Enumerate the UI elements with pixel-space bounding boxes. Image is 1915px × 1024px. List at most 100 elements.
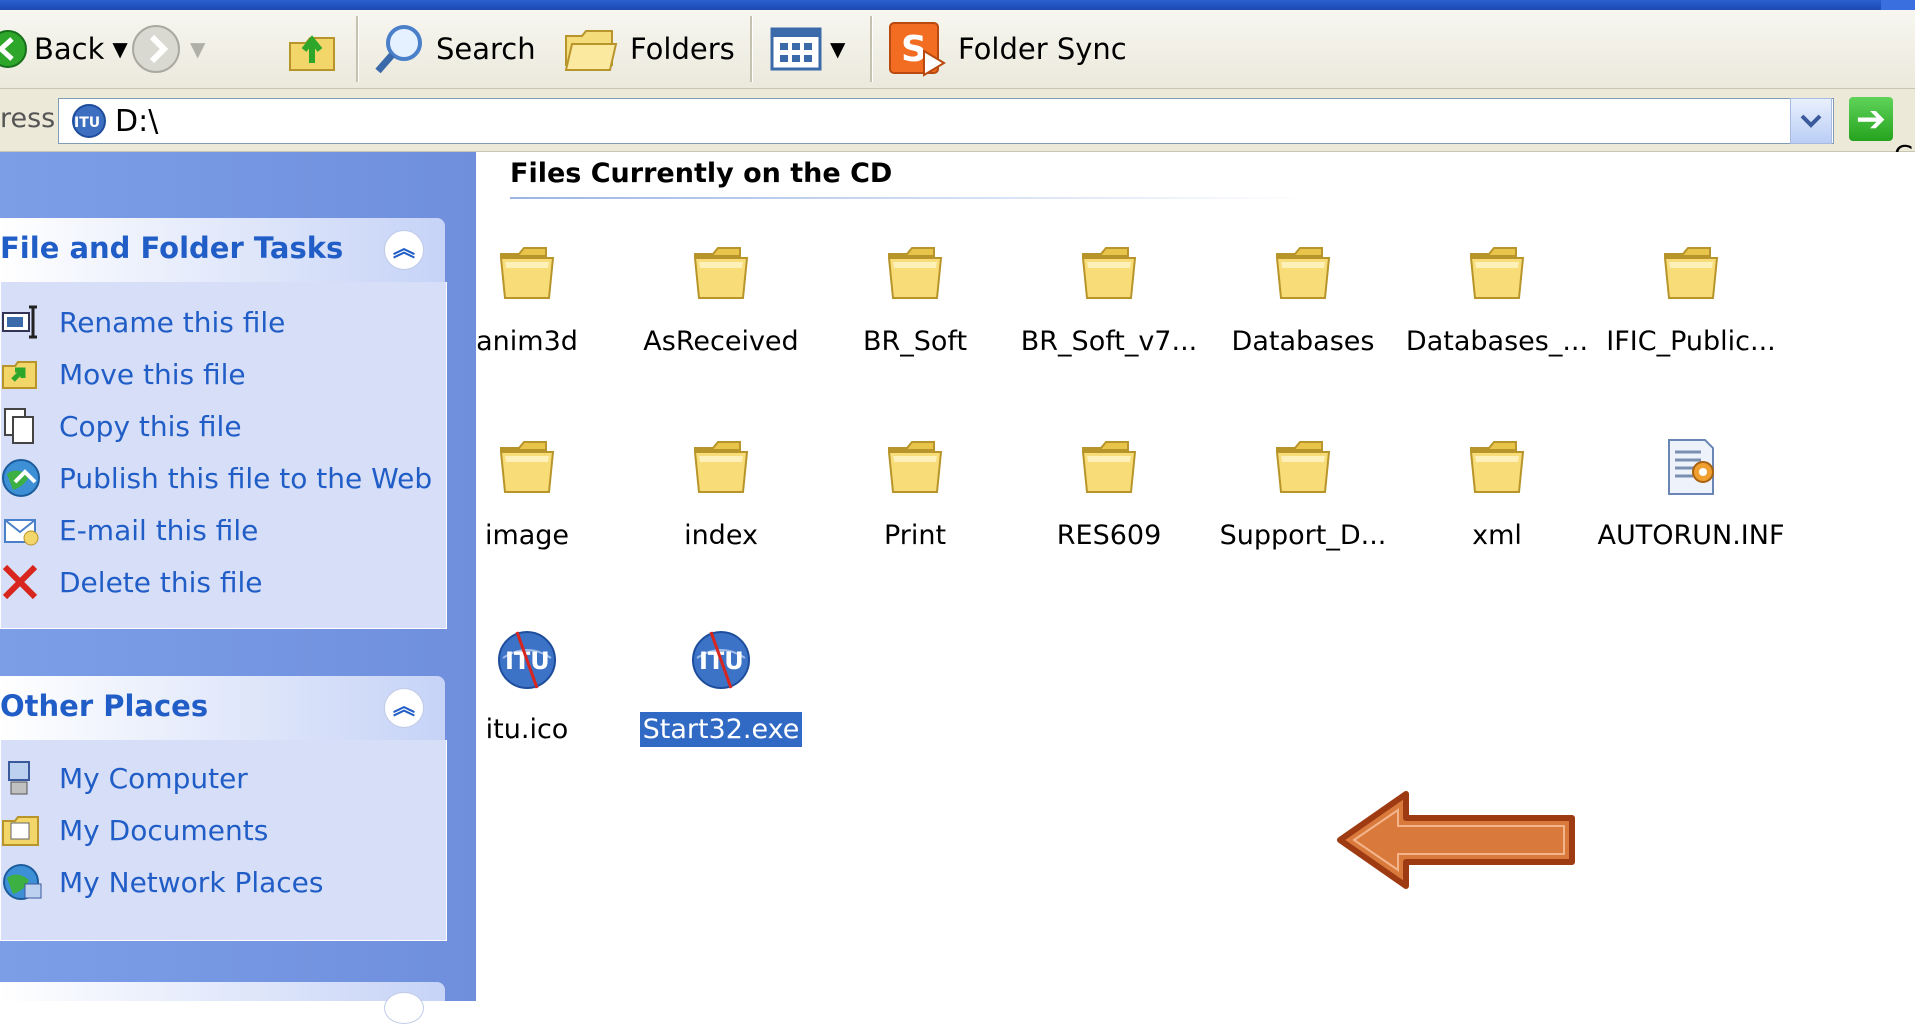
- move-file-link[interactable]: Move this file: [1, 354, 246, 394]
- back-label: Back: [34, 32, 105, 66]
- my-computer-label: My Computer: [59, 761, 248, 795]
- file-item-name: AsReceived: [626, 326, 816, 357]
- file-item-name: BR_Soft: [820, 326, 1010, 357]
- file-item-name: anim3d: [432, 326, 622, 357]
- forward-arrow-icon: [132, 25, 180, 73]
- other-places-panel: My Computer My Documents My Network Plac…: [0, 740, 447, 941]
- folder-icon: [887, 247, 943, 299]
- file-folder-tasks-title: File and Folder Tasks: [0, 231, 344, 265]
- file-item-label: BR_Soft: [862, 326, 968, 357]
- file-item[interactable]: AUTORUN.INF: [1596, 434, 1786, 584]
- views-dropdown-icon[interactable]: ▼: [830, 37, 845, 61]
- delete-icon: [2, 564, 38, 600]
- file-item-label: xml: [1472, 520, 1522, 551]
- file-item[interactable]: Databases: [1208, 240, 1398, 390]
- group-title: Files Currently on the CD: [510, 158, 893, 189]
- file-folder-tasks-header[interactable]: File and Folder Tasks ︽: [0, 218, 445, 282]
- file-item[interactable]: AsReceived: [626, 240, 816, 390]
- folder-icon: [693, 441, 749, 493]
- toolbar-separator: [356, 16, 359, 82]
- file-item-name: Print: [820, 520, 1010, 551]
- up-folder-button[interactable]: [286, 10, 338, 88]
- folder-sync-label: Folder Sync: [958, 32, 1127, 66]
- address-dropdown-button[interactable]: [1790, 98, 1832, 144]
- file-item[interactable]: IFIC_Public...: [1596, 240, 1786, 390]
- file-item[interactable]: anim3d: [432, 240, 622, 390]
- file-item-label: AUTORUN.INF: [1597, 520, 1785, 551]
- itu-logo-icon: ITU: [692, 631, 750, 689]
- go-button[interactable]: ➔: [1849, 97, 1893, 141]
- collapse-other-places-button[interactable]: ︽: [384, 688, 424, 728]
- copy-file-link[interactable]: Copy this file: [1, 406, 242, 446]
- file-item-name: Databases: [1208, 326, 1398, 357]
- file-item[interactable]: BR_Soft: [820, 240, 1010, 390]
- folder-icon: [1663, 247, 1719, 299]
- chevron-down-icon: [1800, 114, 1822, 128]
- file-item-name: itu.ico: [432, 714, 622, 745]
- network-places-link[interactable]: My Network Places: [1, 862, 323, 902]
- back-dropdown-icon[interactable]: ▼: [112, 37, 127, 61]
- back-button[interactable]: Back ▼: [0, 10, 128, 88]
- svg-text:ITU: ITU: [74, 115, 100, 131]
- folder-icon: [499, 441, 555, 493]
- file-item-label: Print: [883, 520, 947, 551]
- toolbar-separator: [870, 16, 873, 82]
- file-item-name: IFIC_Public...: [1596, 326, 1786, 357]
- details-panel-header[interactable]: [0, 982, 445, 1024]
- delete-file-link[interactable]: Delete this file: [1, 562, 263, 602]
- views-button[interactable]: ▼: [770, 10, 845, 88]
- folders-icon: [564, 30, 618, 71]
- email-file-link[interactable]: E-mail this file: [1, 510, 258, 550]
- back-arrow-icon: [0, 30, 27, 68]
- search-button[interactable]: Search: [372, 10, 536, 88]
- folder-icon: [1081, 441, 1137, 493]
- chevron-up-icon: ︽: [392, 695, 415, 720]
- file-item[interactable]: RES609: [1014, 434, 1204, 584]
- folder-icon: [693, 247, 749, 299]
- my-documents-link[interactable]: My Documents: [1, 810, 268, 850]
- move-icon: [2, 361, 37, 389]
- settings-file-icon: [1668, 439, 1714, 495]
- file-item-label: Support_D...: [1219, 520, 1387, 551]
- toolbar-separator: [750, 16, 753, 82]
- forward-button[interactable]: ▼: [130, 10, 205, 88]
- publish-web-label: Publish this file to the Web: [59, 461, 433, 495]
- file-item-label: Databases: [1231, 326, 1375, 357]
- other-places-header[interactable]: Other Places ︽: [0, 676, 445, 740]
- folder-sync-button[interactable]: S Folder Sync: [888, 10, 1127, 88]
- standard-toolbar: Back ▼ ▼ Search Folders ▼ S Folder Sync: [0, 10, 1915, 89]
- collapse-details-button[interactable]: [384, 992, 424, 1024]
- rename-file-link[interactable]: Rename this file: [1, 302, 285, 342]
- chevron-up-icon: ︽: [392, 237, 415, 262]
- file-item-name: Support_D...: [1208, 520, 1398, 551]
- folders-button[interactable]: Folders: [562, 10, 735, 88]
- file-item-name: index: [626, 520, 816, 551]
- file-item[interactable]: xml: [1402, 434, 1592, 584]
- pointer-arrow-annotation: [1337, 791, 1575, 889]
- collapse-file-tasks-button[interactable]: ︽: [384, 230, 424, 270]
- forward-dropdown-icon[interactable]: ▼: [190, 37, 205, 61]
- file-item[interactable]: Print: [820, 434, 1010, 584]
- file-folder-tasks-panel: Rename this file Move this file Copy thi…: [0, 282, 447, 629]
- file-item[interactable]: ITU itu.ico: [432, 628, 622, 778]
- file-item[interactable]: Support_D...: [1208, 434, 1398, 584]
- file-item[interactable]: ITU Start32.exe: [626, 628, 816, 778]
- publish-web-link[interactable]: Publish this file to the Web: [1, 458, 432, 498]
- my-computer-link[interactable]: My Computer: [1, 758, 248, 798]
- file-item[interactable]: BR_Soft_v7...: [1014, 240, 1204, 390]
- itu-logo-icon: ITU: [498, 631, 556, 689]
- window-title-bar: [0, 0, 1915, 10]
- email-file-label: E-mail this file: [59, 513, 259, 547]
- file-item[interactable]: image: [432, 434, 622, 584]
- file-item-name: image: [432, 520, 622, 551]
- file-item-label: RES609: [1056, 520, 1162, 551]
- file-item[interactable]: Databases_...: [1402, 240, 1592, 390]
- folder-icon: [887, 441, 943, 493]
- address-bar: ress ITU D:\ ➔ Go: [0, 89, 1915, 171]
- file-item[interactable]: index: [626, 434, 816, 584]
- file-item-label: BR_Soft_v7...: [1020, 326, 1198, 357]
- file-item-label: Start32.exe: [639, 712, 803, 747]
- copy-file-label: Copy this file: [59, 409, 242, 443]
- address-value: D:\: [115, 103, 159, 139]
- address-input[interactable]: ITU D:\: [58, 98, 1834, 144]
